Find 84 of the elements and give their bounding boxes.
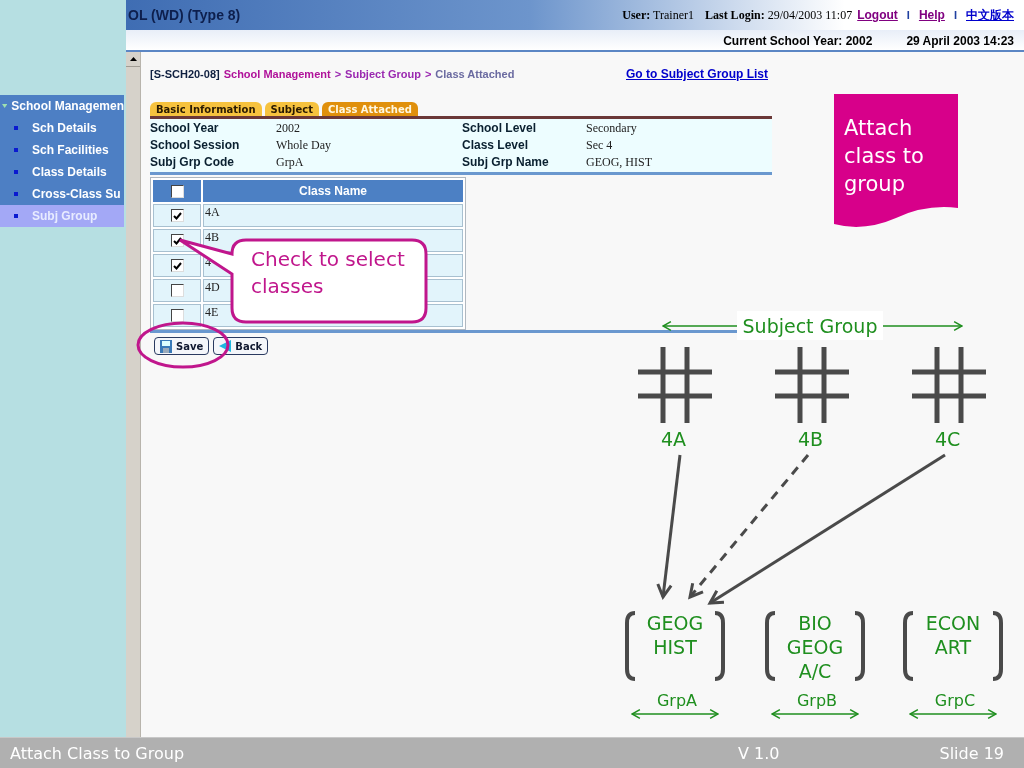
breadcrumb-item[interactable]: Subject Group — [345, 68, 421, 80]
bracket-icon — [991, 611, 1003, 681]
table-cell: 4A — [203, 204, 463, 227]
sidebar-label: Subj Group — [32, 209, 98, 223]
diagram-title: Subject Group — [737, 311, 883, 340]
group-subjects: ECON ART — [925, 611, 981, 660]
separator: I — [906, 9, 910, 21]
row-checkbox[interactable] — [170, 234, 184, 247]
row-checkbox[interactable] — [170, 259, 184, 272]
hash-icon — [638, 347, 712, 423]
row-checkbox[interactable] — [170, 309, 184, 322]
field-value: Whole Day — [276, 137, 332, 154]
header-link[interactable]: Help — [918, 8, 945, 22]
breadcrumb-item: [S-SCH20-08] — [150, 68, 220, 80]
bracket-icon — [713, 611, 725, 681]
field-label: School Level — [462, 120, 538, 137]
class-label: 4B — [798, 428, 824, 450]
bullet-icon — [14, 192, 18, 196]
go-to-list-link[interactable]: Go to Subject Group List — [626, 67, 768, 81]
app-title: OL (WD) (Type 8) — [128, 7, 241, 23]
field-value: Secondary — [586, 120, 638, 137]
sidebar-item[interactable]: School Managemen — [0, 95, 124, 117]
bracket-icon — [625, 611, 637, 681]
tab[interactable]: Basic Information — [150, 102, 262, 116]
bracket-icon — [903, 611, 915, 681]
row-checkbox[interactable] — [170, 209, 184, 222]
bullet-icon — [14, 170, 18, 174]
slide-number: Slide 19 — [939, 743, 1004, 763]
last-login: Last Login: 29/04/2003 11:07 — [704, 7, 853, 23]
field-value: Sec 4 — [586, 137, 614, 154]
row-checkbox[interactable] — [170, 284, 184, 297]
bracket-icon — [853, 611, 865, 681]
sidebar-item[interactable]: Cross-Class Su — [0, 183, 124, 205]
breadcrumb-item: Class Attached — [435, 68, 515, 80]
hash-icon — [912, 347, 986, 423]
field-value: GEOG, HIST — [586, 154, 653, 171]
sidebar-label: Sch Facilities — [32, 143, 109, 157]
sidebar-label: Sch Details — [32, 121, 97, 135]
column-header: Class Name — [203, 180, 463, 202]
separator: I — [953, 9, 957, 21]
header-link[interactable]: Logout — [857, 8, 898, 22]
field-value: 2002 — [276, 120, 301, 137]
breadcrumb-separator: > — [334, 68, 342, 80]
slide-title: Attach Class to Group — [10, 743, 185, 763]
up-arrow-icon[interactable] — [129, 57, 137, 61]
field-label: School Session — [150, 137, 241, 154]
group-code: GrpA — [655, 691, 699, 710]
sidebar-item[interactable]: Class Details — [0, 161, 124, 183]
breadcrumb-item[interactable]: School Management — [223, 68, 331, 80]
select-all-checkbox[interactable] — [170, 184, 184, 198]
sidebar-label: Cross-Class Su — [32, 187, 121, 201]
field-label: Subj Grp Code — [150, 154, 235, 171]
group-subjects: GEOG HIST — [646, 611, 704, 660]
sidebar-item[interactable]: Sch Details — [0, 117, 124, 139]
group-subjects: BIO GEOG A/C — [786, 611, 844, 683]
version: V 1.0 — [738, 743, 780, 763]
group-code: GrpC — [933, 691, 977, 710]
breadcrumb-separator: > — [424, 68, 432, 80]
left-triangle-icon — [219, 340, 232, 352]
sidebar-item[interactable]: Sch Facilities — [0, 139, 124, 161]
bullet-icon — [14, 148, 18, 152]
bracket-icon — [765, 611, 777, 681]
save-button[interactable]: Save — [154, 337, 210, 355]
bullet-icon — [14, 126, 18, 130]
class-label: 4A — [661, 428, 687, 450]
field-value: GrpA — [276, 154, 305, 171]
tab[interactable]: Subject — [264, 102, 319, 116]
header-link[interactable]: 中文版本 — [966, 6, 1014, 24]
group-code: GrpB — [795, 691, 839, 710]
field-label: Subj Grp Name — [462, 154, 550, 171]
sidebar-label: School Managemen — [11, 99, 124, 113]
bullet-icon — [14, 214, 18, 218]
scrollbar[interactable] — [126, 52, 141, 737]
current-school-year: Current School Year: 2002 — [723, 34, 873, 48]
back-button[interactable]: Back — [213, 337, 269, 355]
sidebar-label: Class Details — [32, 165, 107, 179]
user-info: User: Trainer1 — [622, 7, 694, 23]
class-label: 4C — [935, 428, 961, 450]
field-label: School Year — [150, 120, 220, 137]
triangle-icon — [2, 103, 8, 109]
banner-text: Attach class to group — [844, 115, 925, 198]
hash-icon — [775, 347, 849, 423]
date-time: 29 April 2003 14:23 — [906, 34, 1014, 48]
field-label: Class Level — [462, 137, 530, 154]
